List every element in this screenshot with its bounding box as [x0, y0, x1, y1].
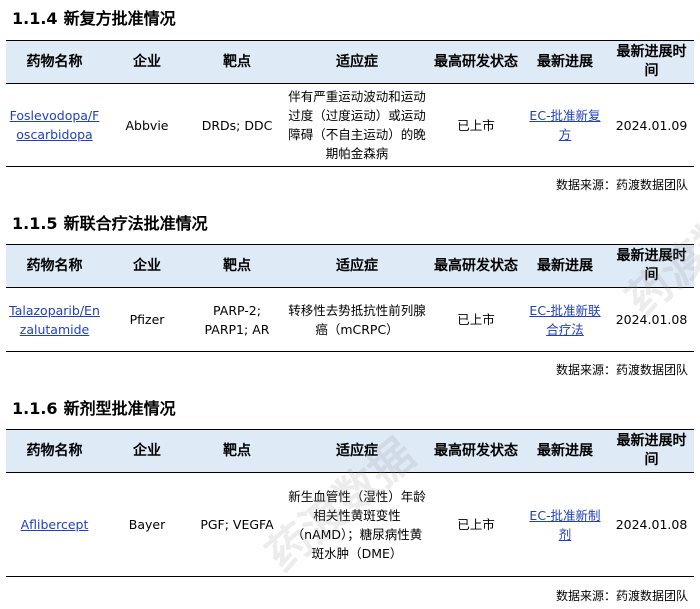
section-number: 1.1.4 — [12, 9, 58, 28]
header-indication: 适应症 — [283, 429, 431, 473]
section-heading: 1.1.6 新剂型批准情况 — [12, 399, 176, 419]
table-header-row: 药物名称 企业 靶点 适应症 最高研发状态 最新进展 最新进展时间 — [6, 429, 694, 473]
header-status: 最高研发状态 — [431, 244, 521, 288]
header-company: 企业 — [103, 244, 191, 288]
header-progress: 最新进展 — [521, 429, 609, 473]
drug-link[interactable]: Foslevodopa/Foscarbidopa — [10, 108, 100, 142]
header-progress: 最新进展 — [521, 40, 609, 84]
data-source-note: 数据来源：药渡数据团队 — [555, 178, 688, 192]
cell-company: Abbvie — [103, 83, 191, 167]
cell-indication: 新生血管性（湿性）年龄相关性黄斑变性（nAMD）；糖尿病性黄斑水肿（DME） — [283, 472, 431, 577]
table-row: Foslevodopa/Foscarbidopa Abbvie DRDs; DD… — [6, 83, 694, 167]
header-indication: 适应症 — [283, 244, 431, 288]
header-date: 最新进展时间 — [609, 40, 694, 84]
cell-target: PARP-2; PARP1; AR — [191, 287, 283, 352]
header-date: 最新进展时间 — [609, 244, 694, 288]
cell-target: PGF; VEGFA — [191, 472, 283, 577]
progress-link[interactable]: EC-批准新复方 — [529, 108, 600, 142]
section-heading: 1.1.5 新联合疗法批准情况 — [12, 214, 208, 234]
progress-link[interactable]: EC-批准新联合疗法 — [529, 303, 600, 337]
cell-target: DRDs; DDC — [191, 83, 283, 167]
data-source-note: 数据来源：药渡数据团队 — [555, 589, 688, 603]
cell-status: 已上市 — [431, 287, 521, 352]
cell-status: 已上市 — [431, 472, 521, 577]
table-row: Aflibercept Bayer PGF; VEGFA 新生血管性（湿性）年龄… — [6, 472, 694, 577]
header-company: 企业 — [103, 429, 191, 473]
header-drug-name: 药物名称 — [6, 244, 103, 288]
cell-drug-name: Talazoparib/Enzalutamide — [6, 287, 103, 352]
table-header-row: 药物名称 企业 靶点 适应症 最高研发状态 最新进展 最新进展时间 — [6, 40, 694, 84]
cell-progress: EC-批准新联合疗法 — [521, 287, 609, 352]
section-title: 新剂型批准情况 — [63, 399, 176, 418]
section-number: 1.1.5 — [12, 214, 58, 233]
cell-drug-name: Foslevodopa/Foscarbidopa — [6, 83, 103, 167]
section-number: 1.1.6 — [12, 399, 58, 418]
cell-progress: EC-批准新制剂 — [521, 472, 609, 577]
section-title: 新联合疗法批准情况 — [63, 214, 208, 233]
data-source-note: 数据来源：药渡数据团队 — [555, 363, 688, 377]
cell-company: Bayer — [103, 472, 191, 577]
header-status: 最高研发状态 — [431, 40, 521, 84]
header-target: 靶点 — [191, 244, 283, 288]
header-drug-name: 药物名称 — [6, 429, 103, 473]
cell-date: 2024.01.08 — [609, 472, 694, 577]
header-drug-name: 药物名称 — [6, 40, 103, 84]
header-target: 靶点 — [191, 40, 283, 84]
approval-table: 药物名称 企业 靶点 适应症 最高研发状态 最新进展 最新进展时间 Talazo… — [6, 244, 694, 352]
drug-link[interactable]: Aflibercept — [21, 517, 89, 532]
header-status: 最高研发状态 — [431, 429, 521, 473]
table-row: Talazoparib/Enzalutamide Pfizer PARP-2; … — [6, 287, 694, 352]
cell-status: 已上市 — [431, 83, 521, 167]
section-title: 新复方批准情况 — [63, 9, 176, 28]
header-target: 靶点 — [191, 429, 283, 473]
header-company: 企业 — [103, 40, 191, 84]
cell-indication: 转移性去势抵抗性前列腺癌（mCRPC） — [283, 287, 431, 352]
section-heading: 1.1.4 新复方批准情况 — [12, 9, 176, 29]
table-header-row: 药物名称 企业 靶点 适应症 最高研发状态 最新进展 最新进展时间 — [6, 244, 694, 288]
progress-link[interactable]: EC-批准新制剂 — [529, 508, 600, 542]
cell-indication: 伴有严重运动波动和运动过度（过度运动）或运动障碍（不自主运动）的晚期帕金森病 — [283, 83, 431, 167]
cell-drug-name: Aflibercept — [6, 472, 103, 577]
approval-table: 药物名称 企业 靶点 适应症 最高研发状态 最新进展 最新进展时间 Aflibe… — [6, 429, 694, 577]
cell-date: 2024.01.08 — [609, 287, 694, 352]
header-progress: 最新进展 — [521, 244, 609, 288]
cell-progress: EC-批准新复方 — [521, 83, 609, 167]
header-indication: 适应症 — [283, 40, 431, 84]
cell-company: Pfizer — [103, 287, 191, 352]
cell-date: 2024.01.09 — [609, 83, 694, 167]
approval-table: 药物名称 企业 靶点 适应症 最高研发状态 最新进展 最新进展时间 Foslev… — [6, 40, 694, 167]
header-date: 最新进展时间 — [609, 429, 694, 473]
drug-link[interactable]: Talazoparib/Enzalutamide — [9, 303, 100, 337]
